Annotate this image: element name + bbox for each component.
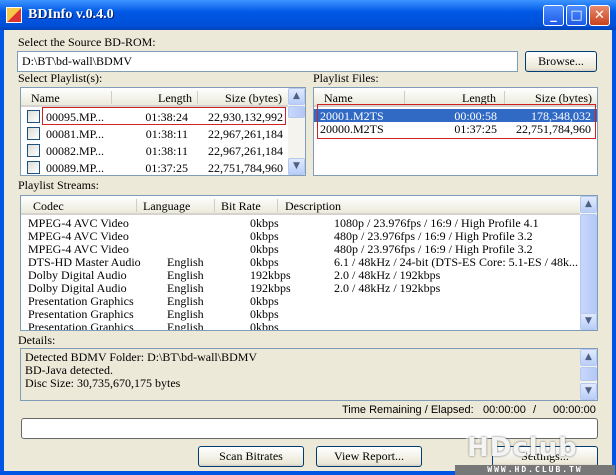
progress-bar <box>21 418 598 439</box>
playlist-checkbox[interactable] <box>27 110 40 123</box>
details-line: Disc Size: 30,735,670,175 bytes <box>25 376 181 390</box>
stream-description: 2.0 / 48kHz / 192kbps <box>334 281 441 295</box>
playlist-length: 01:37:25 <box>145 161 188 175</box>
scroll-thumb[interactable] <box>288 106 305 118</box>
highlight-box <box>317 104 596 139</box>
browse-button[interactable]: Browse... <box>525 51 597 72</box>
playlists-label: Select Playlist(s): <box>18 71 103 85</box>
playlist-scrollbar[interactable]: ▲ ▼ <box>288 88 305 175</box>
files-label: Playlist Files: <box>313 71 379 85</box>
view-report-button[interactable]: View Report... <box>316 446 422 467</box>
playlist-name: 00081.MP... <box>46 127 105 141</box>
col-size[interactable]: Size (bytes) <box>225 91 282 106</box>
source-label: Select the Source BD-ROM: <box>18 35 156 49</box>
playlist-row[interactable]: 00089.MP... 01:37:25 22,751,784,960 <box>21 160 305 175</box>
playlist-list[interactable]: Name Length Size (bytes) 00095.MP... 01:3… <box>20 87 306 176</box>
playlist-length: 01:38:11 <box>145 144 188 158</box>
stream-row[interactable]: Presentation Graphics English 0kbps <box>21 321 597 331</box>
stream-bitrate: 0kbps <box>250 320 279 331</box>
streams-scrollbar[interactable]: ▲ ▼ <box>580 196 597 330</box>
maximize-button[interactable]: □ <box>566 5 587 26</box>
playlist-checkbox[interactable] <box>27 127 40 140</box>
col-bitrate[interactable]: Bit Rate <box>221 199 261 214</box>
scan-bitrates-button[interactable]: Scan Bitrates <box>198 446 304 467</box>
playlist-size: 22,967,261,184 <box>208 144 283 158</box>
time-separator: / <box>533 404 537 416</box>
playlist-size: 22,751,784,960 <box>208 161 283 175</box>
col-length[interactable]: Length <box>158 91 192 106</box>
playlist-checkbox[interactable] <box>27 161 40 174</box>
app-icon <box>6 7 22 23</box>
minimize-button[interactable]: _ <box>543 5 564 26</box>
highlight-box <box>42 107 286 125</box>
scroll-down-icon[interactable]: ▼ <box>288 158 305 175</box>
title-bar[interactable]: BDInfo v.0.4.0 _ □ ✕ <box>0 0 616 30</box>
time-elapsed: 00:00:00 <box>553 404 596 416</box>
time-label: Time Remaining / Elapsed: <box>342 404 474 416</box>
scroll-up-icon[interactable]: ▲ <box>580 349 597 366</box>
playlist-checkbox[interactable] <box>27 144 40 157</box>
col-codec[interactable]: Codec <box>33 199 64 214</box>
window-title: BDInfo v.0.4.0 <box>28 7 114 22</box>
time-remaining: 00:00:00 <box>483 404 526 416</box>
close-button[interactable]: ✕ <box>589 5 610 26</box>
col-language[interactable]: Language <box>143 199 190 214</box>
playlist-length: 01:38:11 <box>145 127 188 141</box>
scroll-up-icon[interactable]: ▲ <box>580 196 597 213</box>
scroll-thumb[interactable] <box>580 367 597 381</box>
scroll-thumb[interactable] <box>580 214 597 314</box>
details-box[interactable]: Detected BDMV Folder: D:\BT\bd-wall\BDMV… <box>20 348 598 401</box>
playlist-header: Name Length Size (bytes) <box>21 88 305 107</box>
settings-button[interactable]: Settings... <box>492 446 598 467</box>
col-description[interactable]: Description <box>285 199 341 214</box>
streams-header: Codec Language Bit Rate Description <box>21 196 597 215</box>
details-label: Details: <box>18 333 56 347</box>
playlist-name: 00082.MP... <box>46 144 105 158</box>
scroll-down-icon[interactable]: ▼ <box>580 383 597 400</box>
streams-list[interactable]: Codec Language Bit Rate Description MPEG… <box>20 195 598 331</box>
playlist-row[interactable]: 00081.MP... 01:38:11 22,967,261,184 <box>21 126 305 142</box>
stream-language: English <box>167 320 204 331</box>
playlist-size: 22,967,261,184 <box>208 127 283 141</box>
source-path-input[interactable]: D:\BT\bd-wall\BDMV <box>17 51 518 72</box>
streams-label: Playlist Streams: <box>18 178 99 192</box>
details-scrollbar[interactable]: ▲ ▼ <box>580 349 597 400</box>
stream-codec: Presentation Graphics <box>28 320 134 331</box>
scroll-down-icon[interactable]: ▼ <box>580 313 597 330</box>
scroll-up-icon[interactable]: ▲ <box>288 88 305 105</box>
playlist-name: 00089.MP... <box>46 161 105 175</box>
col-name[interactable]: Name <box>31 91 60 106</box>
playlist-row[interactable]: 00082.MP... 01:38:11 22,967,261,184 <box>21 143 305 159</box>
